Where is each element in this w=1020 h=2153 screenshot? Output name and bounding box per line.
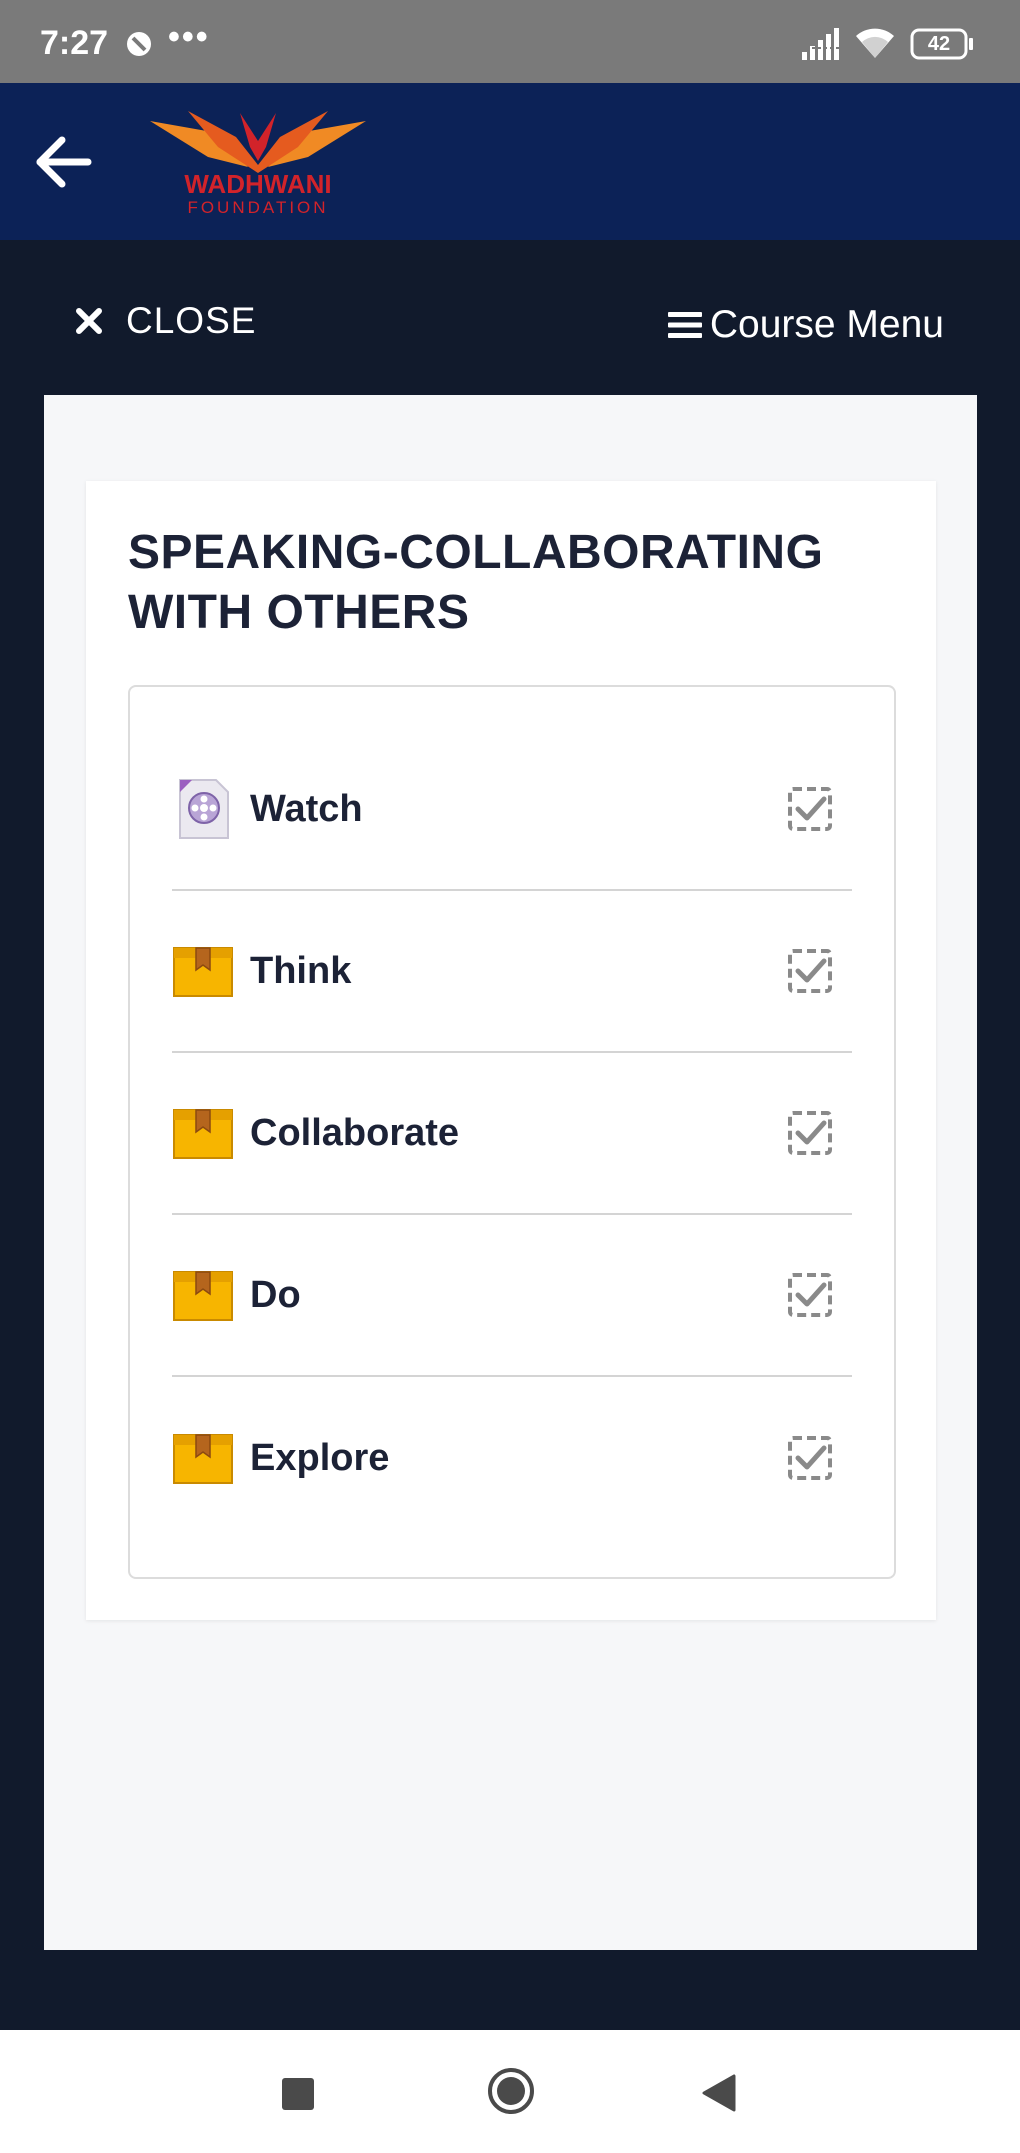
package-icon xyxy=(173,1434,233,1484)
battery-icon: 42 xyxy=(910,28,976,60)
course-menu-button[interactable]: Course Menu xyxy=(667,303,944,346)
package-icon xyxy=(173,1271,233,1321)
section-title: SPEAKING-COLLABORATING WITH OTHERS xyxy=(128,526,824,639)
activity-label: Think xyxy=(250,949,352,992)
package-icon xyxy=(173,947,233,997)
completion-checkbox-icon[interactable] xyxy=(786,947,834,995)
back-arrow-icon[interactable] xyxy=(34,135,92,189)
recent-apps-button[interactable] xyxy=(282,2078,314,2110)
do-not-disturb-icon xyxy=(127,32,151,56)
status-bar: 7:27 ••• 42 xyxy=(0,0,1020,83)
completion-checkbox-icon[interactable] xyxy=(786,1271,834,1319)
content-panel: SPEAKING-COLLABORATING WITH OTHERS Watch xyxy=(44,395,977,1950)
more-notifications-icon: ••• xyxy=(168,18,210,56)
close-button[interactable]: CLOSE xyxy=(74,300,256,342)
wadhwani-foundation-logo: WADHWANI FOUNDATION xyxy=(150,111,366,217)
activity-label: Do xyxy=(250,1273,301,1316)
battery-level: 42 xyxy=(927,33,951,55)
completion-checkbox-icon[interactable] xyxy=(786,785,834,833)
close-icon xyxy=(76,308,102,334)
logo-wordmark: WADHWANI xyxy=(184,169,331,199)
completion-checkbox-icon[interactable] xyxy=(786,1434,834,1482)
status-time: 7:27 xyxy=(40,24,109,62)
video-file-icon xyxy=(179,779,229,839)
activity-item-watch[interactable]: Watch xyxy=(172,729,852,891)
activity-item-think[interactable]: Think xyxy=(172,891,852,1053)
activity-label: Watch xyxy=(250,787,363,830)
activity-item-collaborate[interactable]: Collaborate xyxy=(172,1053,852,1215)
close-label: CLOSE xyxy=(126,300,257,341)
course-menu-label: Course Menu xyxy=(709,303,944,346)
logo-subtext: FOUNDATION xyxy=(187,198,328,217)
signal-icon xyxy=(800,28,842,60)
activity-item-explore[interactable]: Explore xyxy=(172,1377,852,1539)
package-icon xyxy=(173,1109,233,1159)
section-card: SPEAKING-COLLABORATING WITH OTHERS Watch xyxy=(86,481,936,1620)
completion-checkbox-icon[interactable] xyxy=(786,1109,834,1157)
course-toolbar: CLOSE Course Menu xyxy=(0,240,1020,395)
activity-label: Explore xyxy=(250,1436,390,1479)
activity-item-do[interactable]: Do xyxy=(172,1215,852,1377)
app-header: WADHWANI FOUNDATION xyxy=(0,83,1020,240)
home-button-icon[interactable] xyxy=(486,2066,536,2116)
activity-label: Collaborate xyxy=(250,1111,460,1154)
hamburger-menu-icon xyxy=(667,312,702,338)
wifi-icon xyxy=(856,28,894,58)
activity-list: Watch Think Collaborate Do Explore xyxy=(128,685,896,1579)
system-nav-bar xyxy=(0,2030,1020,2153)
back-triangle-icon[interactable] xyxy=(700,2074,736,2112)
